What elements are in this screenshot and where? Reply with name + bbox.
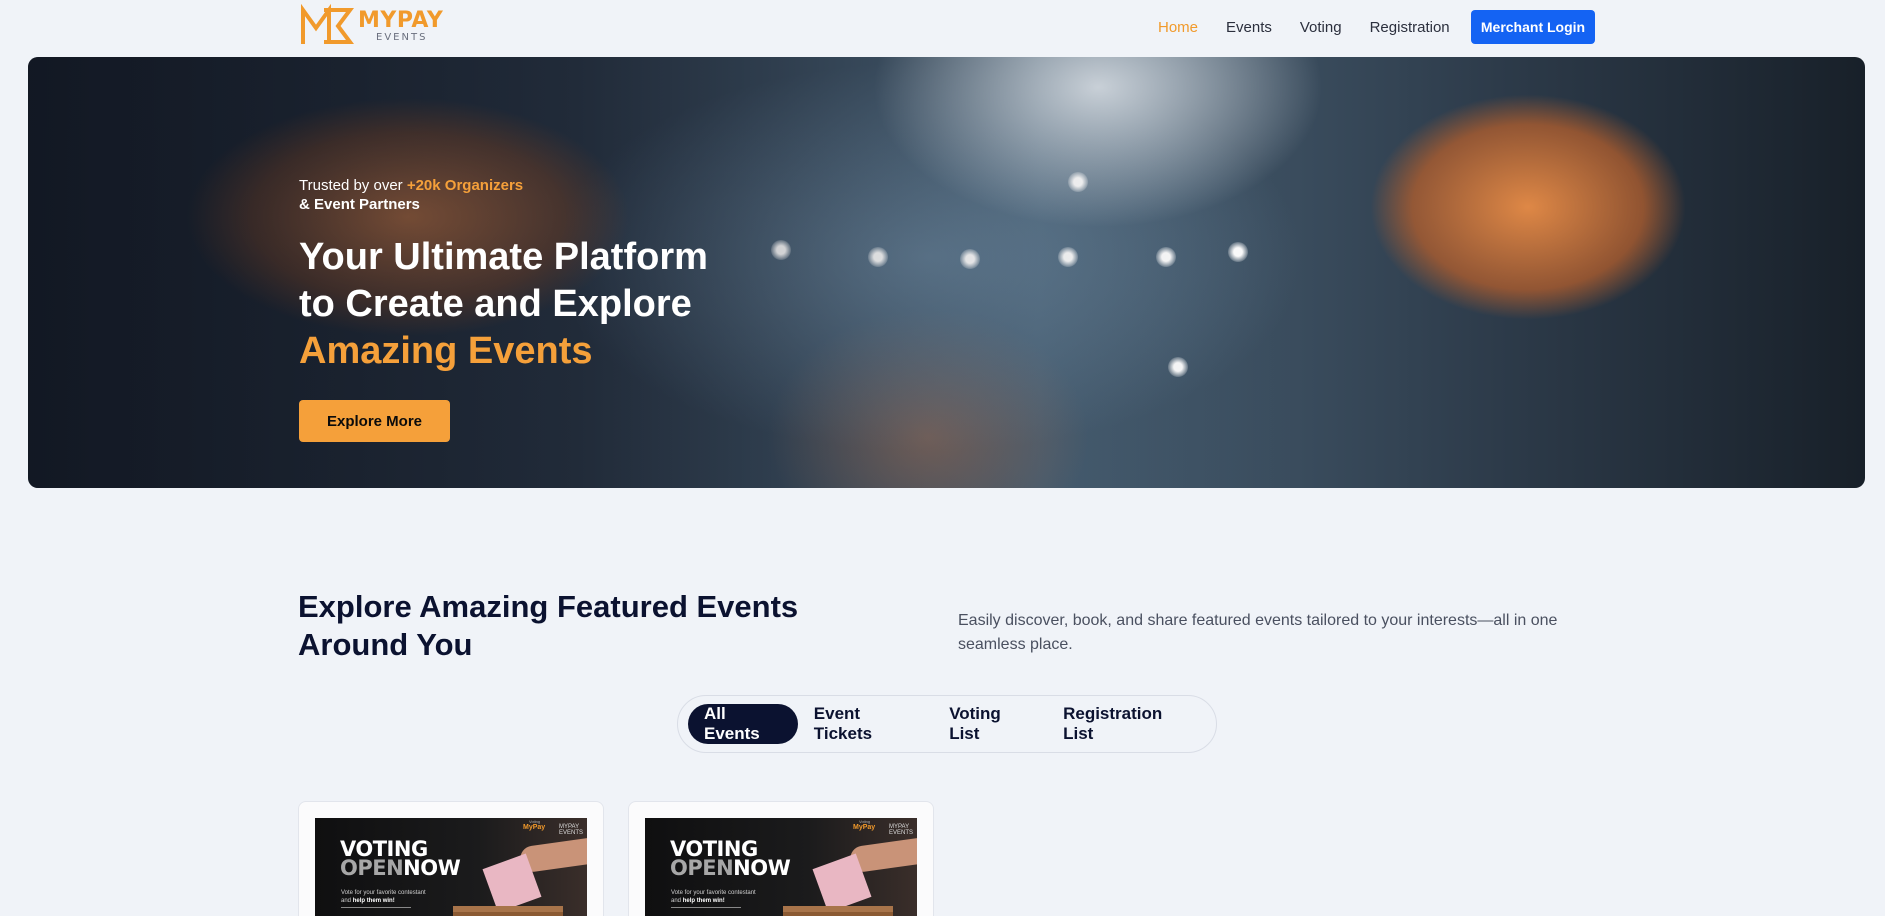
poster-headline: VOTING OPENNOW: [670, 839, 791, 880]
tab-voting-list[interactable]: Voting List: [933, 704, 1047, 744]
poster-caption-bold: help them win!: [682, 898, 725, 904]
trusted-prefix: Trusted by over: [299, 177, 407, 194]
top-navbar: MYPAY EVENTS Home Events Voting Registra…: [0, 0, 1885, 56]
poster-divider: [341, 907, 411, 908]
brand-name: MYPAY: [358, 7, 444, 33]
poster-caption: Vote for your favorite contestant and he…: [671, 889, 756, 905]
event-card[interactable]: Voting MyPay MYPAY EVENTS VOTING OPENNOW…: [628, 801, 934, 916]
poster-divider: [671, 907, 741, 908]
explore-more-button[interactable]: Explore More: [299, 400, 450, 442]
poster-brand-sub: MYPAY EVENTS: [559, 824, 584, 836]
nav-links: Home Events Voting Registration: [1158, 10, 1478, 44]
tab-all-events[interactable]: All Events: [688, 704, 798, 744]
featured-description: Easily discover, book, and share feature…: [958, 612, 1558, 653]
mypay-logo-icon: [301, 4, 354, 44]
poster-brand-sub: MYPAY EVENTS: [889, 824, 914, 836]
ballot-box-icon: [453, 906, 563, 916]
poster-headline: VOTING OPENNOW: [340, 839, 461, 880]
hero-title-line2: to Create and Explore: [299, 283, 692, 325]
poster-brand: MyPay: [853, 824, 876, 831]
hero-title: Your Ultimate Platform to Create and Exp…: [299, 234, 708, 375]
event-card[interactable]: Voting MyPay MYPAY EVENTS VOTING OPENNOW…: [298, 801, 604, 916]
event-card-image: Voting MyPay MYPAY EVENTS VOTING OPENNOW…: [315, 818, 587, 916]
poster-brand: MyPay: [523, 824, 546, 831]
poster-line2-dim: OPEN: [340, 856, 404, 880]
poster-caption-a: Vote for your favorite contestant: [341, 890, 426, 896]
poster-caption-b: and: [341, 898, 353, 904]
tab-event-tickets[interactable]: Event Tickets: [798, 704, 933, 744]
nav-voting[interactable]: Voting: [1300, 19, 1342, 36]
poster-caption: Vote for your favorite contestant and he…: [341, 889, 426, 905]
poster-caption-a: Vote for your favorite contestant: [671, 890, 756, 896]
poster-line2: NOW: [733, 856, 791, 880]
featured-title: Explore Amazing Featured Events Around Y…: [298, 589, 799, 662]
event-filter-tabs: All Events Event Tickets Voting List Reg…: [677, 695, 1217, 753]
poster-line2-dim: OPEN: [670, 856, 734, 880]
brand-logo[interactable]: MYPAY EVENTS: [300, 4, 443, 48]
trusted-suffix: & Event Partners: [299, 196, 420, 213]
trusted-tagline: Trusted by over +20k Organizers & Event …: [299, 176, 708, 214]
nav-events[interactable]: Events: [1226, 19, 1272, 36]
merchant-login-button[interactable]: Merchant Login: [1471, 10, 1595, 44]
trusted-highlight: +20k Organizers: [406, 177, 524, 194]
hero-title-accent: Amazing Events: [299, 330, 593, 372]
brand-sub: EVENTS: [376, 31, 428, 43]
nav-home[interactable]: Home: [1158, 19, 1198, 36]
nav-registration[interactable]: Registration: [1370, 19, 1450, 36]
poster-caption-bold: help them win!: [352, 898, 395, 904]
poster-caption-b: and: [671, 898, 683, 904]
poster-line2: NOW: [403, 856, 461, 880]
hero-content: Trusted by over +20k Organizers & Event …: [299, 176, 708, 442]
ballot-box-icon: [783, 906, 893, 916]
tab-registration-list[interactable]: Registration List: [1047, 704, 1206, 744]
event-card-image: Voting MyPay MYPAY EVENTS VOTING OPENNOW…: [645, 818, 917, 916]
hero-title-line1: Your Ultimate Platform: [299, 236, 708, 278]
hero-banner: Trusted by over +20k Organizers & Event …: [28, 57, 1865, 488]
